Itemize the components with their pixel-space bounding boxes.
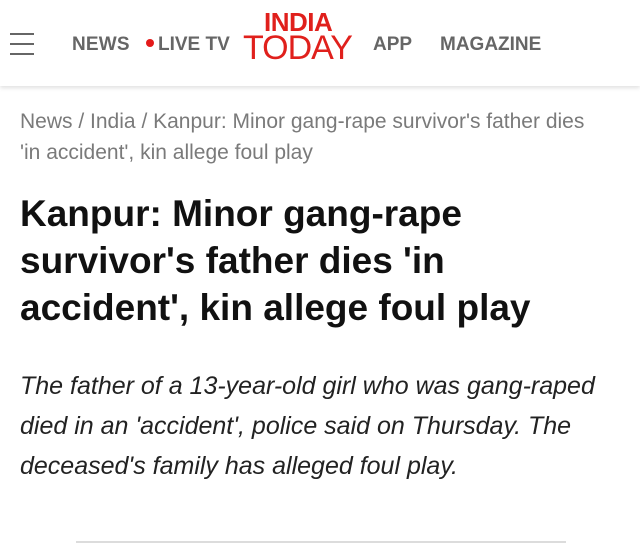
- content-divider: [76, 541, 566, 543]
- nav-news-link[interactable]: NEWS: [72, 34, 130, 56]
- nav-app-link[interactable]: APP: [373, 34, 412, 56]
- breadcrumb-news[interactable]: News: [20, 110, 73, 133]
- nav-live-tv-label: LIVE TV: [158, 34, 230, 55]
- nav-magazine-link[interactable]: MAGAZINE: [440, 34, 541, 56]
- logo-text-today: TODAY: [243, 29, 353, 67]
- india-today-logo[interactable]: INDIA TODAY: [243, 8, 363, 68]
- breadcrumb-separator: /: [78, 110, 85, 133]
- breadcrumb-india[interactable]: India: [90, 110, 136, 133]
- breadcrumb-separator: /: [141, 110, 148, 133]
- breadcrumb: News / India / Kanpur: Minor gang-rape s…: [20, 106, 610, 168]
- article-headline: Kanpur: Minor gang-rape survivor's fathe…: [20, 193, 531, 328]
- hamburger-menu-icon[interactable]: [10, 33, 34, 57]
- nav-live-tv-link[interactable]: LIVE TV: [146, 34, 230, 56]
- live-dot-icon: [146, 38, 154, 47]
- article-summary: The father of a 13-year-old girl who was…: [20, 372, 595, 480]
- top-navigation-bar: NEWS LIVE TV INDIA TODAY APP MAGAZINE: [0, 0, 640, 86]
